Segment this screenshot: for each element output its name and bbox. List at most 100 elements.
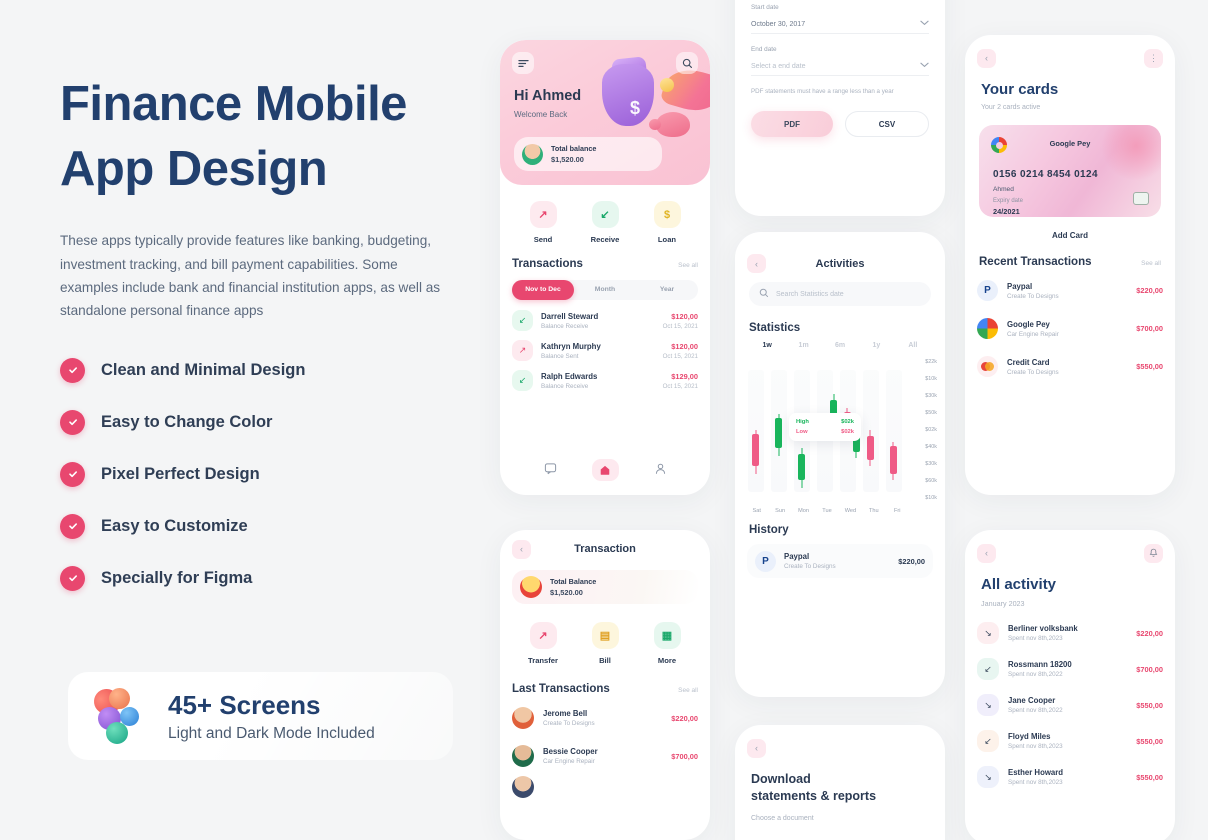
action-transfer[interactable]: ↗ Transfer: [516, 622, 570, 665]
back-icon[interactable]: ‹: [747, 738, 766, 758]
table-row[interactable]: Jerome Bell Create To Designs $220,00: [512, 707, 698, 729]
list-item[interactable]: ↘ Esther Howard Spent nov 8th,2023 $550,…: [977, 766, 1163, 788]
title-line-1: Finance Mobile: [60, 77, 407, 131]
list-item[interactable]: ↙ Floyd Miles Spent nov 8th,2023 $550,00: [977, 730, 1163, 752]
credit-card[interactable]: Google Pey 0156 0214 8454 0124 Ahmed Exp…: [979, 125, 1161, 217]
page-title: Finance Mobile App Design: [60, 72, 480, 201]
transactions-heading: Transactions: [512, 258, 583, 270]
paypal-icon: P: [755, 550, 776, 572]
see-all-link[interactable]: See all: [678, 262, 698, 269]
table-row[interactable]: ↙ Ralph Edwards Balance Receive $129,00 …: [512, 370, 698, 391]
arrow-down-left-icon: ↙: [977, 658, 999, 680]
check-icon: [60, 357, 85, 383]
action-bill[interactable]: ▤ Bill: [578, 622, 632, 665]
feature-label: Easy to Change Color: [101, 412, 273, 431]
avatar: [520, 576, 542, 598]
quick-actions: ↗ Transfer ▤ Bill ▦ More: [500, 622, 710, 665]
range-tab-all[interactable]: All: [895, 342, 931, 349]
dollar-icon: $: [653, 201, 681, 228]
row-amount: $550,00: [1136, 362, 1163, 371]
action-send[interactable]: ↗ Send: [516, 201, 570, 244]
range-tab-6m[interactable]: 6m: [822, 342, 858, 349]
end-date-field[interactable]: Select a end date: [751, 57, 929, 76]
download-subtitle: Choose a document: [751, 814, 814, 822]
check-icon: [60, 565, 85, 591]
google-icon: [977, 318, 998, 339]
home-icon[interactable]: [591, 459, 619, 481]
list-item[interactable]: ↘ Jane Cooper Spent nov 8th,2022 $550,00: [977, 694, 1163, 716]
action-receive[interactable]: ↙ Receive: [578, 201, 632, 244]
action-loan[interactable]: $ Loan: [640, 201, 694, 244]
row-subtitle: Spent nov 8th,2023: [1008, 743, 1063, 750]
all-activity-screen: ‹ All activity January 2023 ↘ Berliner v…: [965, 530, 1175, 840]
see-all-link[interactable]: See all: [1141, 260, 1161, 267]
chart-y-tick: $30k: [925, 461, 937, 467]
start-date-field[interactable]: October 30, 2017: [751, 15, 929, 34]
table-row[interactable]: [512, 776, 698, 798]
table-row[interactable]: P Paypal Create To Designs $220,00: [977, 280, 1163, 301]
badge-title: 45+ Screens: [168, 689, 321, 720]
back-icon[interactable]: ‹: [747, 254, 766, 273]
search-icon[interactable]: [676, 52, 698, 74]
row-name: Jerome Bell: [543, 709, 588, 718]
back-icon[interactable]: ‹: [977, 48, 996, 68]
tab-month[interactable]: Month: [574, 280, 636, 300]
chart-x-tick: Thu: [869, 508, 879, 514]
chart-x-tick: Sat: [752, 508, 761, 514]
screen-title: Your cards: [981, 81, 1059, 98]
table-row[interactable]: ↗ Kathryn Murphy Balance Sent $120,00 Oc…: [512, 340, 698, 361]
action-label: More: [657, 656, 677, 665]
arrow-down-right-icon: ↘: [977, 622, 999, 644]
pdf-button[interactable]: PDF: [751, 111, 833, 137]
add-card-button[interactable]: Add Card: [965, 231, 1175, 240]
range-tab-1y[interactable]: 1y: [858, 342, 894, 349]
bell-icon[interactable]: [1144, 543, 1163, 563]
paypal-icon: P: [977, 280, 998, 301]
range-tab-1m[interactable]: 1m: [785, 342, 821, 349]
balance-value: $1,520.00: [550, 588, 583, 597]
table-row[interactable]: Credit Card Create To Designs $550,00: [977, 356, 1163, 377]
statistics-heading: Statistics: [749, 322, 801, 334]
candlestick-chart: $22k $10k $30k $50k $02k $40k $30k $60k $10k Sat…: [745, 355, 937, 520]
action-label: Send: [533, 235, 553, 244]
range-tab-1w[interactable]: 1w: [749, 342, 785, 349]
list-item[interactable]: ↙ Rossmann 18200 Spent nov 8th,2022 $700…: [977, 658, 1163, 680]
action-more[interactable]: ▦ More: [640, 622, 694, 665]
table-row[interactable]: Bessie Cooper Car Engine Repair $700,00: [512, 745, 698, 767]
feature-label: Pixel Perfect Design: [101, 464, 260, 483]
action-label: Receive: [590, 235, 620, 244]
row-amount: $220,00: [1136, 286, 1163, 295]
row-name: Bessie Cooper: [543, 747, 598, 756]
avatar: [512, 745, 534, 767]
chat-icon[interactable]: [544, 462, 557, 478]
see-all-link[interactable]: See all: [678, 687, 698, 694]
export-screen: Start date October 30, 2017 End date Sel…: [735, 0, 945, 216]
tab-nov-to-dec[interactable]: Nov to Dec: [512, 280, 574, 300]
row-subtitle: Create To Designs: [1007, 368, 1059, 376]
chart-y-tick: $22k: [925, 359, 937, 365]
screen-title: All activity: [981, 576, 1057, 593]
back-icon[interactable]: ‹: [977, 543, 996, 563]
table-row[interactable]: Google Pey Car Engine Repair $700,00: [977, 318, 1163, 339]
row-amount: $220,00: [1136, 628, 1163, 638]
list-item[interactable]: ↘ Berliner volksbank Spent nov 8th,2023 …: [977, 622, 1163, 644]
card-expiry-label: Expiry date: [993, 198, 1024, 204]
row-name: Floyd Miles: [1008, 732, 1051, 741]
card-brand-name: Google Pey: [1049, 139, 1091, 148]
user-icon[interactable]: [654, 462, 667, 478]
back-icon[interactable]: ‹: [512, 539, 531, 559]
grid-icon: ▦: [653, 622, 681, 649]
download-title-line-1: Download: [751, 772, 811, 786]
check-icon: [60, 461, 85, 487]
tab-year[interactable]: Year: [636, 280, 698, 300]
csv-button[interactable]: CSV: [845, 111, 929, 137]
row-amount: $700,00: [671, 751, 698, 761]
more-options-icon[interactable]: ⋮: [1144, 48, 1163, 68]
coin-icon: [660, 78, 674, 92]
list-item[interactable]: P Paypal Create To Designs $220,00: [747, 544, 933, 578]
search-input[interactable]: Search Statistics date: [749, 282, 931, 306]
bottom-navigation: [500, 453, 710, 487]
table-row[interactable]: ↙ Darrell Steward Balance Receive $120,0…: [512, 310, 698, 331]
menu-icon[interactable]: [512, 52, 534, 74]
search-icon: [759, 285, 769, 303]
